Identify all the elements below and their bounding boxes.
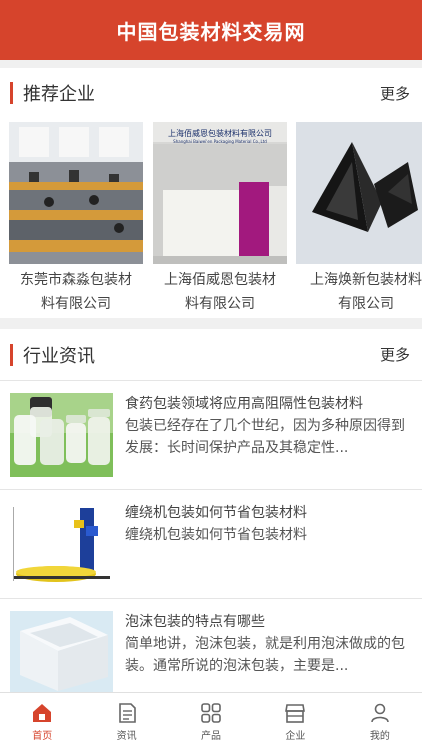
home-icon — [33, 703, 52, 722]
reception-sign-subtext: Shanghai Baiwei'en Packaging Material Co… — [173, 139, 267, 144]
news-text-2[interactable]: 缠绕机包装如何节省包装材料 缠绕机包装如何节省包装材料 — [125, 502, 307, 586]
company-image-product[interactable] — [296, 122, 422, 264]
company-image-office[interactable] — [9, 122, 143, 264]
store-icon — [285, 703, 306, 723]
bottom-tab-bar: 首页 资讯 产品 企业 我的 — [0, 692, 422, 750]
company-name-2[interactable]: 上海佰威恩包装材 料有限公司 — [150, 268, 290, 316]
title-accent-bar — [10, 343, 13, 366]
company-name-line: 有限公司 — [338, 296, 394, 312]
news-item-desc: 简单地讲，泡沫包装，就是利用泡沫做成的包装。通常所说的泡沫包装，主要是... — [125, 636, 405, 674]
site-title: 中国包装材料交易网 — [116, 19, 306, 44]
company-name-line: 东莞市森淼包装材 — [20, 272, 132, 288]
section-gap — [0, 318, 422, 329]
tab-products[interactable]: 产品 — [169, 693, 253, 750]
section-title-wrap: 推荐企业 — [10, 80, 95, 106]
user-icon — [371, 703, 389, 722]
company-name-line: 上海焕新包装材料 — [310, 272, 422, 288]
document-icon — [118, 702, 136, 723]
tab-label: 产品 — [201, 730, 222, 742]
news-image-foam-box[interactable] — [10, 611, 113, 695]
company-card-3[interactable]: 上海焕新包装材料 有限公司 — [296, 122, 422, 316]
tab-label: 首页 — [32, 730, 53, 742]
tab-label: 我的 — [369, 730, 390, 742]
company-name-1[interactable]: 东莞市森淼包装材 料有限公司 — [6, 268, 146, 316]
news-item-desc: 包装已经存在了几个世纪，因为多种原因得到发展：长时间保护产品及其稳定性... — [125, 418, 405, 456]
news-text-3[interactable]: 泡沫包装的特点有哪些 简单地讲，泡沫包装，就是利用泡沫做成的包装。通常所说的泡沫… — [125, 611, 412, 696]
grid-icon — [201, 702, 221, 723]
company-name-line: 料有限公司 — [185, 296, 255, 312]
tab-news[interactable]: 资讯 — [84, 693, 168, 750]
tab-companies[interactable]: 企业 — [253, 693, 337, 750]
news-item-title[interactable]: 缠绕机包装如何节省包装材料 — [125, 502, 307, 524]
company-image-reception[interactable]: 上海佰威恩包装材料有限公司 Shanghai Baiwei'en Packagi… — [153, 122, 287, 264]
news-title: 行业资讯 — [23, 345, 95, 367]
company-name-line: 料有限公司 — [41, 296, 111, 312]
title-accent-bar — [10, 82, 13, 104]
news-item-title[interactable]: 泡沫包装的特点有哪些 — [125, 611, 412, 633]
news-header: 行业资讯 更多 — [0, 329, 422, 381]
company-name-3[interactable]: 上海焕新包装材料 有限公司 — [296, 268, 422, 316]
spacer — [0, 60, 422, 68]
company-carousel[interactable]: 东莞市森淼包装材 料有限公司 上海佰威恩包装材料有限公司 Shanghai Ba… — [0, 118, 422, 318]
recommended-title: 推荐企业 — [23, 84, 95, 105]
news-item-desc: 缠绕机包装如何节省包装材料 — [125, 527, 307, 543]
news-image-wrapping-machine[interactable] — [10, 502, 113, 586]
tab-label: 资讯 — [116, 730, 137, 742]
tab-home[interactable]: 首页 — [0, 693, 84, 750]
news-image-jars[interactable] — [10, 393, 113, 477]
reception-sign-text: 上海佰威恩包装材料有限公司 — [168, 128, 272, 138]
recommended-header: 推荐企业 更多 — [0, 68, 422, 118]
app-header: 中国包装材料交易网 — [0, 0, 422, 60]
tab-profile[interactable]: 我的 — [338, 693, 422, 750]
news-item-2[interactable]: 缠绕机包装如何节省包装材料 缠绕机包装如何节省包装材料 — [0, 490, 422, 599]
news-section: 行业资讯 更多 食药包装领域将应用高阻隔性包装材料 包装已经存在了几个世纪，因为… — [0, 329, 422, 708]
company-card-2[interactable]: 上海佰威恩包装材料有限公司 Shanghai Baiwei'en Packagi… — [150, 122, 290, 316]
news-text-1[interactable]: 食药包装领域将应用高阻隔性包装材料 包装已经存在了几个世纪，因为多种原因得到发展… — [125, 393, 412, 477]
news-item-1[interactable]: 食药包装领域将应用高阻隔性包装材料 包装已经存在了几个世纪，因为多种原因得到发展… — [0, 381, 422, 490]
company-card-1[interactable]: 东莞市森淼包装材 料有限公司 — [6, 122, 146, 316]
page: 中国包装材料交易网 推荐企业 更多 东莞市森淼包装材 料有限公司 上海佰威恩包装… — [0, 0, 422, 750]
news-more-link[interactable]: 更多 — [380, 344, 410, 365]
recommended-more-link[interactable]: 更多 — [380, 83, 410, 104]
recommended-section: 推荐企业 更多 东莞市森淼包装材 料有限公司 上海佰威恩包装材料有限公司 Sha… — [0, 68, 422, 318]
news-item-title[interactable]: 食药包装领域将应用高阻隔性包装材料 — [125, 393, 412, 415]
company-name-line: 上海佰威恩包装材 — [164, 272, 276, 288]
section-title-wrap: 行业资讯 — [10, 342, 95, 368]
tab-label: 企业 — [285, 730, 306, 742]
